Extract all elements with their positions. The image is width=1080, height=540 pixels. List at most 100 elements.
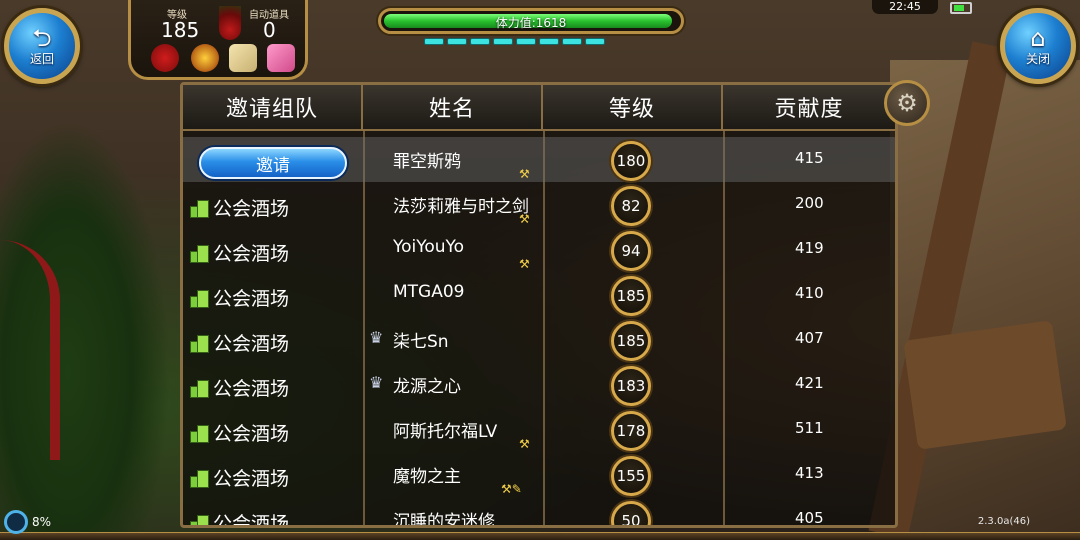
energy-segment — [585, 38, 605, 45]
contribution-value: 415 — [795, 149, 824, 167]
level-badge: 183 — [611, 366, 651, 406]
ribbon-decoration — [0, 240, 60, 460]
energy-segment — [539, 38, 559, 45]
table-row[interactable]: 公会酒场 YoiYouYo ⚒ 94 419 — [183, 227, 895, 272]
back-arrow-icon: ⮌ — [32, 23, 52, 52]
location-text: 公会酒场 — [213, 243, 290, 265]
energy-segment — [470, 38, 490, 45]
contribution-value: 421 — [795, 374, 824, 392]
table-row[interactable]: 公会酒场 ♛ 龙源之心 183 421 — [183, 362, 895, 407]
location-text: 公会酒场 — [213, 513, 290, 525]
table-body[interactable]: 邀请 罪空斯鸦 ⚒ 180 415 公会酒场 法莎莉雅与时之剑 ⚒ 82 200 公会酒场 YoiYo… — [183, 137, 895, 525]
member-name[interactable]: 阿斯托尔福LV — [393, 417, 497, 442]
clock: 22:45 — [872, 0, 938, 14]
table-row[interactable]: 公会酒场 魔物之主 ⚒✎ 155 413 — [183, 452, 895, 497]
guild-tavern-icon — [189, 333, 209, 353]
member-location: 公会酒场 — [189, 374, 289, 401]
bag-icon[interactable] — [151, 44, 179, 72]
guild-member-table: 邀请组队 姓名 等级 贡献度 邀请 罪空斯鸦 ⚒ 180 415 公会酒场 法莎莉雅与时之剑… — [180, 82, 898, 528]
guild-tavern-icon — [189, 378, 209, 398]
energy-segment — [562, 38, 582, 45]
energy-segment — [424, 38, 444, 45]
player-status-panel: 等级 185 自动道具 0 — [128, 0, 308, 80]
loading-percent: 8% — [32, 515, 52, 529]
location-text: 公会酒场 — [213, 423, 290, 445]
member-location: 公会酒场 — [189, 284, 289, 311]
table-row[interactable]: 公会酒场 ♛ 柒七Sn 185 407 — [183, 317, 895, 362]
location-text: 公会酒场 — [213, 198, 290, 220]
member-name[interactable]: 魔物之主 — [393, 462, 461, 487]
back-label: 返回 — [29, 51, 54, 66]
wooden-table — [903, 320, 1067, 450]
energy-segment — [447, 38, 467, 45]
energy-segment — [516, 38, 536, 45]
tool-icon: ⚒✎ — [501, 482, 522, 496]
stamina-bar: 体力值:1618 — [378, 8, 684, 34]
tool-icon: ⚒ — [519, 437, 530, 451]
table-row[interactable]: 邀请 罪空斯鸦 ⚒ 180 415 — [183, 137, 895, 182]
contribution-value: 413 — [795, 464, 824, 482]
header-contribution: 贡献度 — [723, 85, 895, 131]
level-value: 185 — [161, 18, 200, 42]
location-text: 公会酒场 — [213, 333, 290, 355]
stamina-text: 体力值:1618 — [495, 16, 567, 30]
member-name[interactable]: YoiYouYo — [393, 237, 464, 257]
table-row[interactable]: 公会酒场 沉睡的安迷修 50 405 — [183, 497, 895, 525]
member-name[interactable]: 法莎莉雅与时之剑 — [393, 192, 529, 217]
level-badge: 155 — [611, 456, 651, 496]
loading-indicator: 8% — [4, 510, 51, 534]
wall-background — [890, 60, 1080, 540]
table-row[interactable]: 公会酒场 法莎莉雅与时之剑 ⚒ 82 200 — [183, 182, 895, 227]
location-text: 公会酒场 — [213, 378, 290, 400]
bottom-bar — [0, 532, 1080, 540]
member-location: 公会酒场 — [189, 239, 289, 266]
level-badge: 185 — [611, 321, 651, 361]
contribution-value: 405 — [795, 509, 824, 525]
location-text: 公会酒场 — [213, 288, 290, 310]
member-name[interactable]: MTGA09 — [393, 282, 465, 302]
energy-bar — [424, 38, 605, 45]
crown-icon: ♛ — [369, 328, 384, 347]
member-name[interactable]: 龙源之心 — [393, 372, 461, 397]
contribution-value: 200 — [795, 194, 824, 212]
guild-tavern-icon — [189, 513, 209, 525]
level-badge: 185 — [611, 276, 651, 316]
level-badge: 180 — [611, 141, 651, 181]
battery-icon — [950, 2, 972, 14]
close-label: 关闭 — [1025, 51, 1050, 66]
medal-icon[interactable] — [191, 44, 219, 72]
level-badge: 50 — [611, 501, 651, 525]
guild-tavern-icon — [189, 198, 209, 218]
table-row[interactable]: 公会酒场 MTGA09 185 410 — [183, 272, 895, 317]
contribution-value: 511 — [795, 419, 824, 437]
potion-icon[interactable] — [219, 6, 241, 40]
contribution-value: 407 — [795, 329, 824, 347]
member-name[interactable]: 柒七Sn — [393, 327, 449, 352]
back-button[interactable]: ⮌ 返回 — [4, 8, 80, 84]
tool-icon: ⚒ — [519, 167, 530, 181]
level-badge: 82 — [611, 186, 651, 226]
guild-tavern-icon — [189, 468, 209, 488]
card-icon[interactable] — [229, 44, 257, 72]
location-text: 公会酒场 — [213, 468, 290, 490]
level-badge: 178 — [611, 411, 651, 451]
tree-background — [0, 120, 170, 540]
member-location: 公会酒场 — [189, 464, 289, 491]
gear-icon: ⚙ — [896, 89, 918, 117]
table-header: 邀请组队 姓名 等级 贡献度 — [183, 85, 895, 131]
member-location: 公会酒场 — [189, 509, 289, 525]
close-button[interactable]: ⌂ 关闭 — [1000, 8, 1076, 84]
tool-icon: ⚒ — [519, 257, 530, 271]
gift-icon[interactable] — [267, 44, 295, 72]
settings-button[interactable]: ⚙ — [884, 80, 930, 126]
header-name: 姓名 — [363, 85, 543, 131]
member-name[interactable]: 沉睡的安迷修 — [393, 507, 495, 525]
tool-icon: ⚒ — [519, 212, 530, 226]
table-row[interactable]: 公会酒场 阿斯托尔福LV ⚒ 178 511 — [183, 407, 895, 452]
version-label: 2.3.0a(46) — [977, 516, 1030, 527]
member-name[interactable]: 罪空斯鸦 — [393, 147, 461, 172]
invite-button[interactable]: 邀请 — [199, 147, 347, 179]
header-level: 等级 — [543, 85, 723, 131]
guild-tavern-icon — [189, 423, 209, 443]
energy-segment — [493, 38, 513, 45]
